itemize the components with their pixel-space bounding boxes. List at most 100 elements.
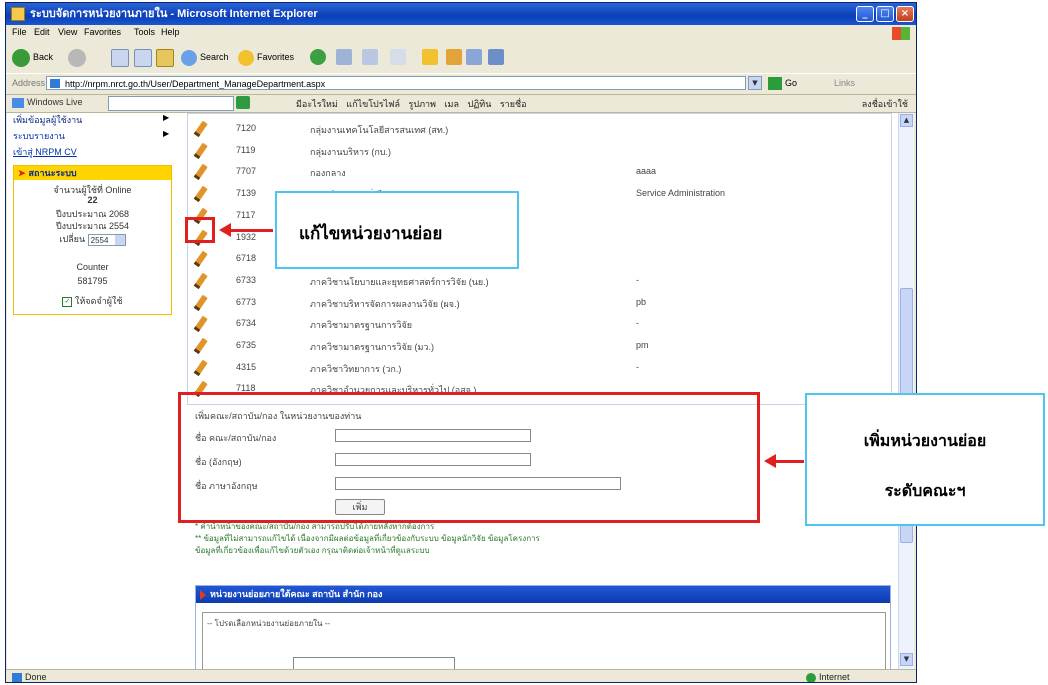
sub-department-panel: หน่วยงานย่อยภายใต้คณะ สถาบัน สำนัก กอง -… <box>195 585 891 669</box>
pencil-edit-icon[interactable] <box>194 337 208 354</box>
search-button[interactable]: Search <box>181 46 229 68</box>
refresh-icon[interactable] <box>134 49 152 67</box>
forward-button[interactable] <box>68 46 89 68</box>
menu-help[interactable]: Help <box>161 27 180 37</box>
department-code: 6734 <box>236 318 257 329</box>
department-abbr: - <box>636 361 639 372</box>
back-button[interactable]: Back <box>12 46 53 68</box>
live-search-icon[interactable] <box>236 96 250 109</box>
notes: * คำนำหน้าของคณะ/สถาบัน/กอง สามารถปรับได… <box>195 521 795 557</box>
minimize-button[interactable]: _ <box>856 6 874 22</box>
department-code: 4315 <box>236 361 257 372</box>
department-code: 6735 <box>236 340 257 350</box>
internet-globe-icon <box>806 672 816 682</box>
pencil-edit-icon[interactable] <box>194 185 208 202</box>
add-callout: เพิ่มหน่วยงานย่อย ระดับคณะฯ <box>805 393 1045 526</box>
forward-arrow-icon <box>68 48 86 67</box>
status-done: Done <box>12 672 47 682</box>
print-icon[interactable] <box>362 49 378 65</box>
department-abbr: pb <box>636 296 647 307</box>
address-input[interactable]: http://nrpm.nrct.go.th/User/Department_M… <box>46 76 746 90</box>
pencil-edit-icon[interactable] <box>194 164 208 180</box>
chevron-right-icon: ▶ <box>163 129 170 138</box>
media-icon[interactable] <box>488 49 504 65</box>
page-icon <box>50 79 60 88</box>
page-done-icon <box>12 673 22 682</box>
ie-window: ระบบจัดการหน่วยงานภายใน - Microsoft Inte… <box>5 2 917 683</box>
address-dropdown-icon[interactable]: ▼ <box>748 76 762 90</box>
live-search-input[interactable] <box>108 96 234 111</box>
mail-icon[interactable] <box>336 49 352 65</box>
home-icon[interactable] <box>156 49 174 67</box>
department-name: ภาควิชานโยบายและยุทธศาสตร์การวิจัย (นย.) <box>310 276 489 287</box>
department-abbr: - <box>636 274 639 285</box>
department-code: 7707 <box>236 166 257 177</box>
history-icon[interactable] <box>310 49 326 65</box>
table-row: 6734 ภาควิชามาตรฐานการวิจัย - <box>188 315 891 333</box>
pencil-edit-icon[interactable] <box>194 250 208 267</box>
links-label[interactable]: Links <box>834 78 855 88</box>
sub-department-select[interactable] <box>293 657 455 669</box>
sub-department-header: หน่วยงานย่อยภายใต้คณะ สถาบัน สำนัก กอง <box>196 586 890 603</box>
counter-label: Counter <box>76 262 109 272</box>
scroll-down-icon[interactable]: ▼ <box>900 653 913 666</box>
system-status-title: สถานะระบบ <box>28 168 77 178</box>
messenger-icon[interactable] <box>466 49 482 65</box>
ie-logo-icon <box>11 7 25 21</box>
note-line: ** ข้อมูลที่ไม่สามารถแก้ไขได้ เนื่องจากม… <box>195 534 540 543</box>
pencil-edit-icon[interactable] <box>194 120 208 137</box>
windows-live-toolbar: Windows Live มีอะไรใหม่ แก้ไขโปรไฟล์ รูป… <box>6 94 916 113</box>
security-zone: Internet <box>806 672 850 682</box>
pencil-edit-icon[interactable] <box>194 142 208 159</box>
menu-favorites[interactable]: Favorites <box>84 27 121 37</box>
pencil-edit-icon[interactable] <box>194 272 208 289</box>
add-callout-arrow <box>764 454 804 468</box>
department-code: 6733 <box>236 274 257 285</box>
live-signin[interactable]: ลงชื่อเข้าใช้ <box>862 97 908 111</box>
edit-icon[interactable] <box>390 49 406 65</box>
menu-tools[interactable]: Tools <box>134 27 155 37</box>
menu-file[interactable]: File <box>12 27 27 37</box>
menu-edit[interactable]: Edit <box>34 27 50 37</box>
menu-view[interactable]: View <box>58 27 77 37</box>
stop-icon[interactable] <box>111 49 129 67</box>
edit-callout-text: แก้ไขหน่วยงานย่อย <box>299 224 443 244</box>
back-arrow-icon <box>12 48 30 67</box>
scroll-up-icon[interactable]: ▲ <box>900 114 913 127</box>
year-select[interactable]: 2554 <box>87 233 126 246</box>
research-icon[interactable] <box>446 49 462 65</box>
maximize-button[interactable]: □ <box>876 6 894 22</box>
system-status-header: ➤ สถานะระบบ <box>14 166 171 180</box>
folder-icon[interactable] <box>422 49 438 65</box>
favorites-star-icon <box>238 49 254 66</box>
sidebar-link-report[interactable]: ระบบรายงาน <box>13 129 65 143</box>
pencil-edit-icon[interactable] <box>194 315 208 332</box>
department-code: 6718 <box>236 253 257 264</box>
vertical-scrollbar[interactable]: ▲ ▼ <box>898 113 914 669</box>
department-name: ภาควิชามาตรฐานการวิจัย (มว.) <box>310 342 434 352</box>
department-abbr: pm <box>636 340 649 350</box>
department-name: กองกลาง <box>310 168 346 179</box>
favorites-button[interactable]: Favorites <box>238 46 294 68</box>
year-selector-row: เปลี่ยน 2554 <box>14 232 171 246</box>
pencil-edit-icon[interactable] <box>194 294 208 310</box>
live-menu[interactable]: มีอะไรใหม่ แก้ไขโปรไฟล์ รูปภาพ เมล ปฏิทิ… <box>296 97 527 111</box>
department-abbr: - <box>636 318 639 329</box>
sidebar: เพิ่มข้อมูลผู้ใช้งาน ▶ ระบบรายงาน ▶ เข้า… <box>7 113 177 669</box>
edit-callout: แก้ไขหน่วยงานย่อย <box>275 191 519 269</box>
remember-checkbox[interactable]: ✓ <box>62 296 73 307</box>
close-button[interactable]: × <box>896 6 914 22</box>
favorites-label: Favorites <box>257 52 295 62</box>
table-row: 4315 ภาควิชาวิทยาการ (วก.) - <box>188 359 891 377</box>
address-label: Address <box>12 78 46 88</box>
department-abbr: Service Administration <box>636 188 726 199</box>
department-code: 7117 <box>236 209 256 220</box>
sidebar-link-user[interactable]: เพิ่มข้อมูลผู้ใช้งาน <box>13 113 82 127</box>
department-code: 7139 <box>236 188 257 199</box>
add-callout-line2: ระดับคณะฯ <box>884 481 966 500</box>
go-button[interactable]: Go <box>768 76 797 91</box>
sidebar-link-nrpm[interactable]: เข้าสู่ NRPM CV <box>13 145 77 159</box>
menu-bar: File Edit View Favorites Tools Help <box>6 25 916 41</box>
live-logo-text: Windows Live <box>27 97 83 107</box>
pencil-edit-icon[interactable] <box>194 359 208 376</box>
